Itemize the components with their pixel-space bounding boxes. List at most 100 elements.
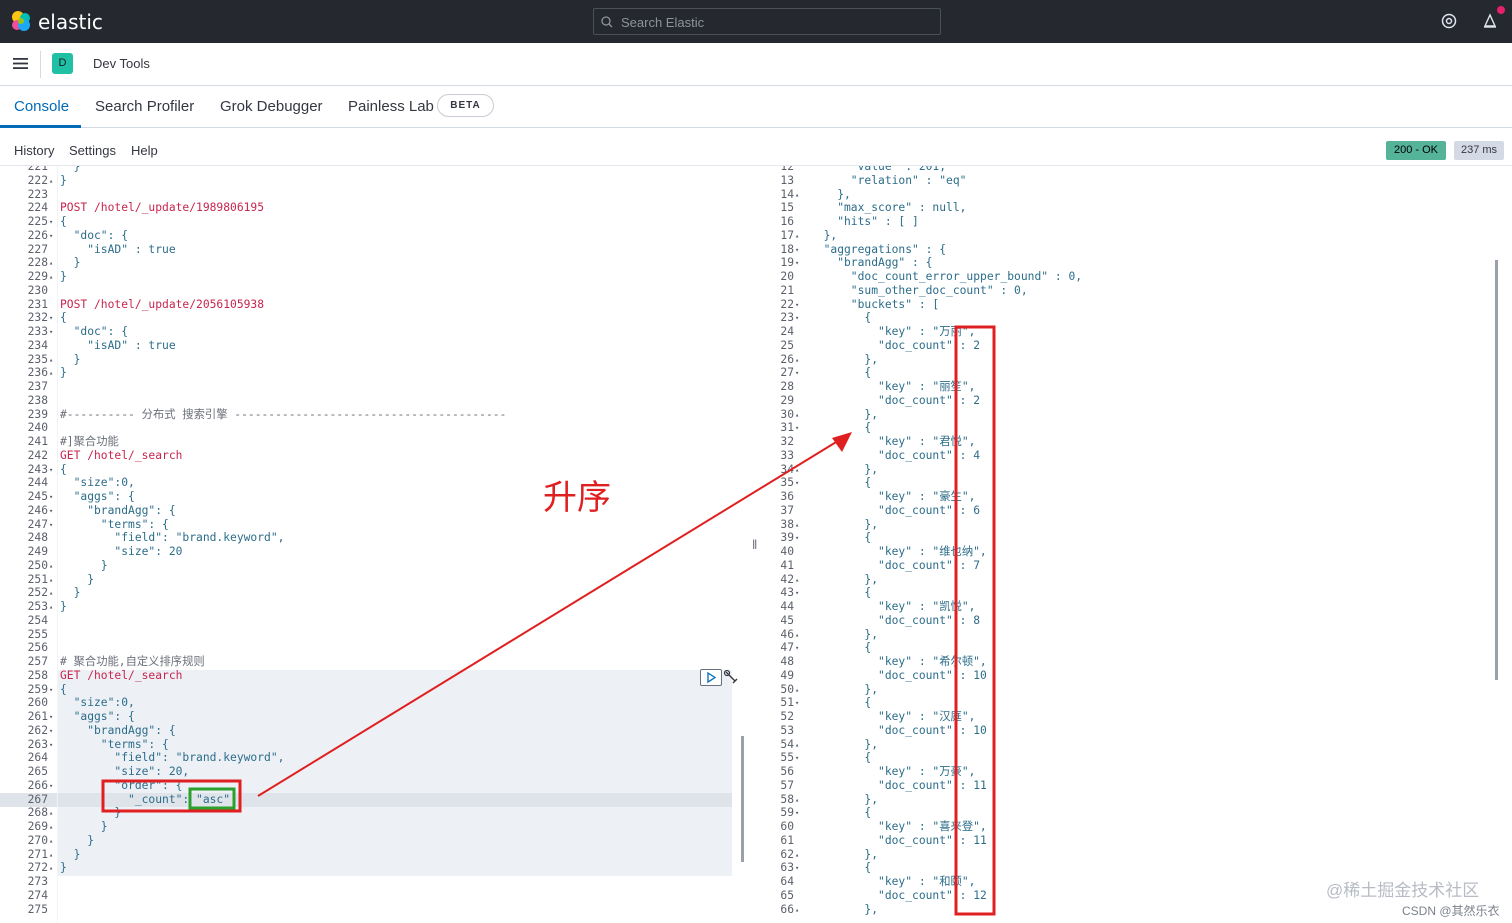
fold-toggle-icon[interactable]: ▴ — [49, 848, 57, 862]
fold-toggle-icon[interactable]: ▾ — [795, 298, 803, 312]
line-number: 240 — [27, 421, 48, 435]
output-line: 57 "doc_count" : 11 — [760, 779, 1512, 793]
help-menu-icon[interactable] — [1441, 13, 1457, 29]
space-avatar[interactable]: D — [52, 53, 73, 74]
code-text: }, — [810, 352, 879, 366]
fold-toggle-icon[interactable]: ▴ — [795, 573, 803, 587]
fold-toggle-icon[interactable]: ▾ — [49, 504, 57, 518]
line-number: 234 — [27, 338, 48, 352]
code-text: }, — [810, 682, 879, 696]
editor-line: 263 ▾ "terms": { — [0, 738, 745, 752]
panel-resize-handle[interactable]: ‖ — [752, 537, 757, 552]
fold-toggle-icon[interactable]: ▴ — [49, 270, 57, 284]
fold-toggle-icon[interactable]: ▾ — [49, 229, 57, 243]
fold-toggle-icon[interactable]: ▴ — [795, 353, 803, 367]
fold-toggle-icon[interactable]: ▴ — [795, 738, 803, 752]
fold-toggle-icon[interactable]: ▾ — [49, 311, 57, 325]
fold-toggle-icon[interactable]: ▾ — [795, 421, 803, 435]
hamburger-menu-icon[interactable] — [13, 57, 28, 70]
fold-toggle-icon[interactable]: ▴ — [49, 820, 57, 834]
editor-scrollbar[interactable] — [741, 736, 744, 862]
newsfeed-icon[interactable] — [1482, 12, 1498, 30]
output-line: 22 ▾ "buckets" : [ — [760, 298, 1512, 312]
elastic-logo-icon[interactable] — [10, 10, 32, 32]
history-link[interactable]: History — [14, 143, 54, 158]
editor-line: 264 "field": "brand.keyword", — [0, 751, 745, 765]
fold-toggle-icon[interactable]: ▴ — [795, 848, 803, 862]
fold-toggle-icon[interactable]: ▴ — [49, 174, 57, 188]
settings-link[interactable]: Settings — [69, 143, 116, 158]
fold-toggle-icon[interactable]: ▴ — [795, 628, 803, 642]
output-line: 43 ▾ { — [760, 586, 1512, 600]
tab-search-profiler[interactable]: Search Profiler — [95, 98, 194, 115]
fold-toggle-icon[interactable]: ▴ — [795, 229, 803, 243]
wrench-icon[interactable] — [723, 669, 739, 686]
tab-painless-lab[interactable]: Painless Lab — [348, 98, 434, 115]
line-number: 42 — [780, 572, 794, 586]
fold-toggle-icon[interactable]: ▾ — [49, 215, 57, 229]
fold-toggle-icon[interactable]: ▴ — [49, 366, 57, 380]
fold-toggle-icon[interactable]: ▴ — [795, 793, 803, 807]
fold-toggle-icon[interactable]: ▴ — [795, 518, 803, 532]
line-number: 265 — [27, 765, 48, 778]
fold-toggle-icon[interactable]: ▾ — [49, 683, 57, 697]
editor-line: 238 — [0, 394, 745, 408]
fold-toggle-icon[interactable]: ▴ — [49, 806, 57, 820]
code-text: "key" : "丽笙", — [810, 380, 976, 393]
search-input[interactable]: Search Elastic — [593, 8, 941, 35]
fold-toggle-icon[interactable]: ▾ — [49, 518, 57, 532]
fold-toggle-icon[interactable]: ▾ — [795, 751, 803, 765]
fold-toggle-icon[interactable]: ▾ — [49, 710, 57, 724]
fold-toggle-icon[interactable]: ▴ — [49, 600, 57, 614]
code-text: "doc_count" : 12 — [810, 888, 987, 902]
fold-toggle-icon[interactable]: ▴ — [795, 903, 803, 917]
code-text: "doc": { — [60, 228, 129, 242]
fold-toggle-icon[interactable]: ▴ — [49, 559, 57, 573]
fold-toggle-icon[interactable]: ▾ — [795, 531, 803, 545]
fold-toggle-icon[interactable]: ▴ — [49, 861, 57, 875]
tab-grok-debugger[interactable]: Grok Debugger — [220, 98, 323, 115]
output-scrollbar[interactable] — [1495, 260, 1498, 680]
fold-toggle-icon[interactable]: ▾ — [49, 463, 57, 477]
fold-toggle-icon[interactable]: ▾ — [795, 366, 803, 380]
fold-toggle-icon[interactable]: ▴ — [795, 188, 803, 202]
fold-toggle-icon[interactable]: ▾ — [49, 724, 57, 738]
code-text: } — [60, 586, 81, 600]
fold-toggle-icon[interactable]: ▾ — [795, 476, 803, 490]
code-text: { — [810, 861, 872, 875]
fold-toggle-icon[interactable]: ▾ — [795, 311, 803, 325]
fold-toggle-icon[interactable]: ▾ — [795, 696, 803, 710]
code-text: POST /hotel/_update/1989806195 — [60, 201, 265, 215]
line-number: 222 — [27, 173, 48, 187]
code-text: POST /hotel/_update/2056105938 — [60, 297, 265, 311]
line-number: 57 — [780, 778, 794, 792]
code-text: { — [810, 751, 872, 765]
fold-toggle-icon[interactable]: ▴ — [49, 353, 57, 367]
fold-toggle-icon[interactable]: ▾ — [49, 325, 57, 339]
send-request-button[interactable] — [700, 669, 722, 686]
editor-line: 273 — [0, 875, 745, 889]
fold-toggle-icon[interactable]: ▴ — [795, 463, 803, 477]
fold-toggle-icon[interactable]: ▾ — [49, 738, 57, 752]
fold-toggle-icon[interactable]: ▴ — [795, 408, 803, 422]
fold-toggle-icon[interactable]: ▴ — [49, 256, 57, 270]
tab-console[interactable]: Console — [14, 98, 69, 115]
fold-toggle-icon[interactable]: ▾ — [49, 779, 57, 793]
fold-toggle-icon[interactable]: ▾ — [795, 806, 803, 820]
fold-toggle-icon[interactable]: ▴ — [49, 573, 57, 587]
fold-toggle-icon[interactable]: ▴ — [49, 834, 57, 848]
fold-toggle-icon[interactable]: ▴ — [49, 586, 57, 600]
line-number: 243 — [27, 462, 48, 476]
fold-toggle-icon[interactable]: ▾ — [795, 243, 803, 257]
output-line: 37 "doc_count" : 6 — [760, 504, 1512, 518]
fold-toggle-icon[interactable]: ▾ — [49, 490, 57, 504]
request-editor[interactable]: 221 } 222 ▴} 223 224 POST /hotel/_update/1989… — [0, 166, 745, 923]
fold-toggle-icon[interactable]: ▾ — [795, 641, 803, 655]
help-link[interactable]: Help — [131, 143, 158, 158]
fold-toggle-icon[interactable]: ▾ — [795, 586, 803, 600]
output-line: 40 "key" : "维也纳", — [760, 545, 1512, 559]
fold-toggle-icon[interactable]: ▾ — [795, 861, 803, 875]
fold-toggle-icon[interactable]: ▾ — [795, 256, 803, 270]
code-text: "key" : "豪生", — [810, 490, 976, 503]
fold-toggle-icon[interactable]: ▴ — [795, 683, 803, 697]
